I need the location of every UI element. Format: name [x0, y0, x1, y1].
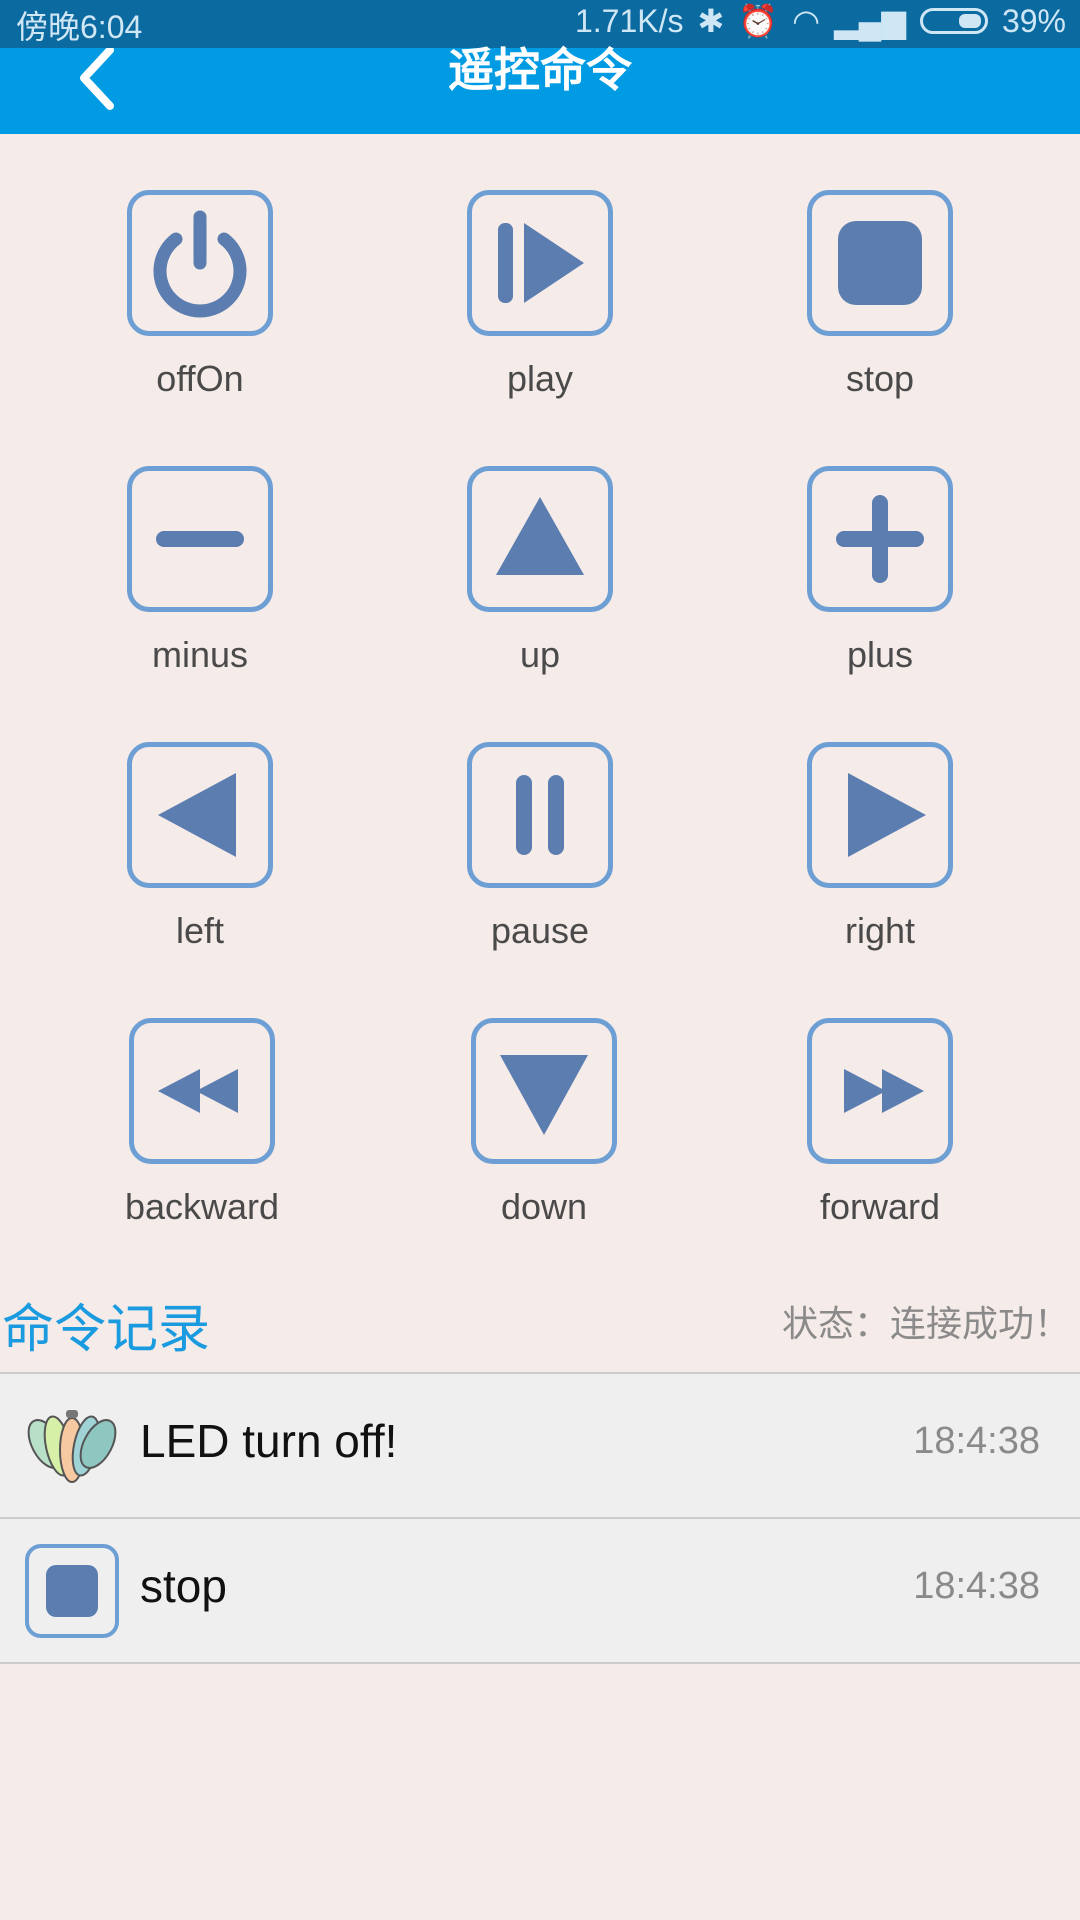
- command-label: minus: [151, 634, 249, 675]
- signal-icon: ▂▄▆: [834, 3, 906, 39]
- command-right[interactable]: right: [760, 742, 1000, 982]
- log-entry-time: 18:4:38: [913, 1565, 1040, 1607]
- minus-icon: [127, 466, 273, 612]
- command-label: forward: [819, 1186, 941, 1227]
- log-entry-text: stop: [140, 1560, 227, 1612]
- play-icon: [467, 190, 613, 336]
- list-item[interactable]: stop 18:4:38: [0, 1519, 1080, 1664]
- status-time: 傍晚6:04: [16, 9, 143, 45]
- command-play[interactable]: play: [420, 190, 660, 430]
- page-title: 遥控命令: [448, 43, 632, 97]
- battery-icon: [919, 8, 988, 34]
- connection-status: 状态：连接成功！: [781, 1304, 1070, 1345]
- command-up[interactable]: up: [420, 466, 660, 706]
- command-label: backward: [124, 1186, 280, 1227]
- log-title: 命令记录: [2, 1300, 211, 1360]
- command-label: offOn: [156, 358, 244, 399]
- stop-icon: [807, 190, 953, 336]
- command-minus[interactable]: minus: [80, 466, 320, 706]
- command-plus[interactable]: plus: [760, 466, 1000, 706]
- command-grid: offOn play stop minus up plus left pause…: [0, 190, 1080, 1240]
- log-entry-time: 18:4:38: [913, 1420, 1040, 1462]
- network-speed: 1.71K/s: [574, 2, 684, 39]
- command-log-list: LED turn off! 18:4:38 stop 18:4:38: [0, 1372, 1080, 1664]
- bluetooth-icon: ✱: [697, 3, 725, 39]
- triangle-down-icon: [471, 1018, 617, 1164]
- command-offon[interactable]: offOn: [80, 190, 320, 430]
- title-bar: 遥控命令: [0, 43, 1080, 134]
- command-pause[interactable]: pause: [420, 742, 660, 982]
- fast-forward-icon: [807, 1018, 953, 1164]
- command-label: stop: [845, 358, 915, 399]
- battery-percent: 39%: [1001, 2, 1066, 39]
- command-label: up: [519, 634, 561, 675]
- command-stop[interactable]: stop: [760, 190, 1000, 430]
- alarm-icon: ⏰: [738, 3, 779, 39]
- triangle-up-icon: [467, 466, 613, 612]
- status-bar: 傍晚6:04 1.71K/s ✱ ⏰ ◠ ▂▄▆ 39%: [0, 0, 1080, 48]
- wifi-icon: ◠: [792, 3, 821, 39]
- command-label: left: [175, 910, 225, 951]
- command-backward[interactable]: backward: [82, 1018, 322, 1258]
- command-left[interactable]: left: [80, 742, 320, 982]
- command-label: pause: [490, 910, 590, 951]
- command-down[interactable]: down: [424, 1018, 664, 1258]
- stop-icon: [25, 1544, 119, 1638]
- list-item[interactable]: LED turn off! 18:4:38: [0, 1374, 1080, 1519]
- command-label: down: [500, 1186, 588, 1227]
- command-label: plus: [846, 634, 914, 675]
- command-forward[interactable]: forward: [760, 1018, 1000, 1258]
- triangle-right-icon: [807, 742, 953, 888]
- triangle-left-icon: [127, 742, 273, 888]
- rewind-icon: [129, 1018, 275, 1164]
- pause-icon: [467, 742, 613, 888]
- log-entry-text: LED turn off!: [140, 1415, 398, 1467]
- power-icon: [127, 190, 273, 336]
- plus-icon: [807, 466, 953, 612]
- command-label: right: [844, 910, 916, 951]
- command-label: play: [506, 358, 574, 399]
- shell-lamp-icon: [27, 1410, 117, 1483]
- status-right-group: 1.71K/s ✱ ⏰ ◠ ▂▄▆ 39%: [575, 2, 1066, 40]
